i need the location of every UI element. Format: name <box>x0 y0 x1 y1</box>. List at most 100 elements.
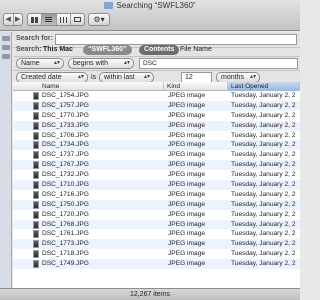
jpeg-thumbnail-icon <box>33 151 39 160</box>
table-row[interactable]: DSC_1732.JPG JPEG image Tuesday, January 2… <box>13 170 300 180</box>
cell-kind: JPEG image <box>168 171 206 179</box>
column-header-kind[interactable]: Kind <box>164 82 228 91</box>
cell-last-opened: Tuesday, January 2, 2 <box>231 171 296 179</box>
cell-name: DSC_1749.JPG <box>42 260 89 268</box>
jpeg-thumbnail-icon <box>33 161 39 170</box>
table-row[interactable]: DSC_1749.JPG JPEG image Tuesday, January 2… <box>13 259 300 270</box>
back-forward-buttons: ◀ ▶ <box>3 13 23 26</box>
scope-this-mac[interactable]: This Mac <box>43 46 73 53</box>
table-row[interactable]: DSC_1706.JPG JPEG image Tuesday, January 2… <box>13 131 300 141</box>
cell-kind: JPEG image <box>168 131 206 139</box>
popup-arrows-icon: ▴▾ <box>77 74 84 80</box>
column-view-button[interactable] <box>55 14 70 25</box>
jpeg-thumbnail-icon <box>33 92 39 100</box>
table-row[interactable]: DSC_1733.JPG JPEG image Tuesday, January 2… <box>13 120 300 131</box>
cell-kind: JPEG image <box>168 200 206 208</box>
criteria-row-name: Name ▴▾ begins with ▴▾ DSC <box>13 57 300 71</box>
cell-last-opened: Tuesday, January 2, 2 <box>231 210 296 218</box>
table-row[interactable]: DSC_1737.JPG JPEG image Tuesday, January 2… <box>13 150 300 160</box>
criteria-operator-popup[interactable]: begins with ▴▾ <box>68 58 134 69</box>
coverflow-view-icon <box>73 17 81 22</box>
cell-kind: JPEG image <box>168 92 206 99</box>
table-row[interactable]: DSC_1770.JPG JPEG image Tuesday, January 2… <box>13 111 300 121</box>
list-view-icon <box>45 16 53 23</box>
view-switcher <box>27 13 85 26</box>
cell-name: DSC_1734.JPG <box>42 141 89 149</box>
column-header-name[interactable]: Name <box>13 82 164 91</box>
cell-name: DSC_1773.JPG <box>42 240 89 248</box>
sidebar-item-icon[interactable] <box>2 54 10 59</box>
table-row[interactable]: DSC_1734.JPG JPEG image Tuesday, January 2… <box>13 140 300 151</box>
table-row[interactable]: DSC_1767.JPG JPEG image Tuesday, January 2… <box>13 160 300 171</box>
cell-last-opened: Tuesday, January 2, 2 <box>231 240 296 248</box>
match-contents[interactable]: Contents <box>139 45 180 55</box>
table-row[interactable]: DSC_1761.JPG JPEG image Tuesday, January 2… <box>13 229 300 239</box>
back-button[interactable]: ◀ <box>4 14 13 25</box>
cell-last-opened: Tuesday, January 2, 2 <box>231 161 296 169</box>
cell-name: DSC_1768.JPG <box>42 220 89 228</box>
table-row[interactable]: DSC_1768.JPG JPEG image Tuesday, January 2… <box>13 219 300 230</box>
table-row[interactable]: DSC_1757.JPG JPEG image Tuesday, January 2… <box>13 100 300 111</box>
jpeg-thumbnail-icon <box>33 101 39 110</box>
table-row[interactable]: DSC_1773.JPG JPEG image Tuesday, January 2… <box>13 239 300 250</box>
cell-name: DSC_1767.JPG <box>42 161 89 169</box>
coverflow-view-button[interactable] <box>69 14 84 25</box>
cell-last-opened: Tuesday, January 2, 2 <box>231 121 296 129</box>
cell-kind: JPEG image <box>168 220 206 228</box>
cell-last-opened: Tuesday, January 2, 2 <box>231 260 296 268</box>
jpeg-thumbnail-icon <box>33 200 39 209</box>
cell-name: DSC_1710.JPG <box>42 181 89 189</box>
table-row[interactable]: DSC_1754.JPG JPEG image Tuesday, January 2… <box>13 91 300 101</box>
list-view-button[interactable] <box>41 14 56 25</box>
cell-name: DSC_1716.JPG <box>42 190 89 198</box>
cell-kind: JPEG image <box>168 161 206 169</box>
popup-arrows-icon: ▴▾ <box>53 60 60 66</box>
jpeg-thumbnail-icon <box>33 141 39 150</box>
cell-kind: JPEG image <box>168 230 206 238</box>
icon-view-button[interactable] <box>28 14 41 25</box>
cell-kind: JPEG image <box>168 121 206 129</box>
cell-last-opened: Tuesday, January 2, 2 <box>231 181 296 189</box>
cell-name: DSC_1706.JPG <box>42 131 89 139</box>
cell-name: DSC_1737.JPG <box>42 151 89 159</box>
cell-last-opened: Tuesday, January 2, 2 <box>231 200 296 208</box>
cell-last-opened: Tuesday, January 2, 2 <box>231 131 296 139</box>
cell-name: DSC_1733.JPG <box>42 121 89 129</box>
jpeg-thumbnail-icon <box>33 210 39 219</box>
criteria-attribute-popup[interactable]: Name ▴▾ <box>16 58 64 69</box>
cell-kind: JPEG image <box>168 111 206 119</box>
jpeg-thumbnail-icon <box>33 111 39 120</box>
table-row[interactable]: DSC_1710.JPG JPEG image Tuesday, January 2… <box>13 180 300 190</box>
cell-name: DSC_1750.JPG <box>42 200 89 208</box>
scope-selected-folder[interactable]: “SWFL360” <box>83 45 132 55</box>
table-row[interactable]: DSC_1720.JPG JPEG image Tuesday, January 2… <box>13 210 300 220</box>
cell-name: DSC_1718.JPG <box>42 250 89 258</box>
window-title: Searching “SWFL360” <box>0 1 300 10</box>
cell-kind: JPEG image <box>168 240 206 248</box>
icon-view-icon <box>31 16 39 23</box>
criteria-operator-value: begins with <box>73 60 109 67</box>
cell-last-opened: Tuesday, January 2, 2 <box>231 190 296 198</box>
sidebar-item-icon[interactable] <box>2 45 10 50</box>
criteria-is-label: is <box>91 74 97 81</box>
criteria-attribute-value: Name <box>21 60 40 67</box>
jpeg-thumbnail-icon <box>33 230 39 239</box>
column-view-icon <box>59 16 67 23</box>
action-menu-button[interactable]: ⚙▾ <box>88 13 110 26</box>
cell-name: DSC_1732.JPG <box>42 171 89 179</box>
results-table: Name Kind Last Opened DSC_1754.JPG JPEG i… <box>13 82 300 288</box>
jpeg-thumbnail-icon <box>33 250 39 259</box>
forward-button[interactable]: ▶ <box>12 14 23 25</box>
table-row[interactable]: DSC_1750.JPG JPEG image Tuesday, January 2… <box>13 199 300 210</box>
cell-last-opened: Tuesday, January 2, 2 <box>231 250 296 258</box>
criteria-name-input[interactable]: DSC <box>139 58 298 69</box>
table-row[interactable]: DSC_1716.JPG JPEG image Tuesday, January 2… <box>13 190 300 200</box>
cell-last-opened: Tuesday, January 2, 2 <box>231 101 296 109</box>
sidebar-item-icon[interactable] <box>2 36 10 41</box>
search-for-label: Search for: <box>16 35 53 42</box>
jpeg-thumbnail-icon <box>33 171 39 180</box>
table-row[interactable]: DSC_1718.JPG JPEG image Tuesday, January 2… <box>13 249 300 259</box>
criteria-operator-value: within last <box>104 74 135 81</box>
match-file-name[interactable]: File Name <box>180 46 212 53</box>
column-header-last-opened[interactable]: Last Opened <box>228 82 300 91</box>
